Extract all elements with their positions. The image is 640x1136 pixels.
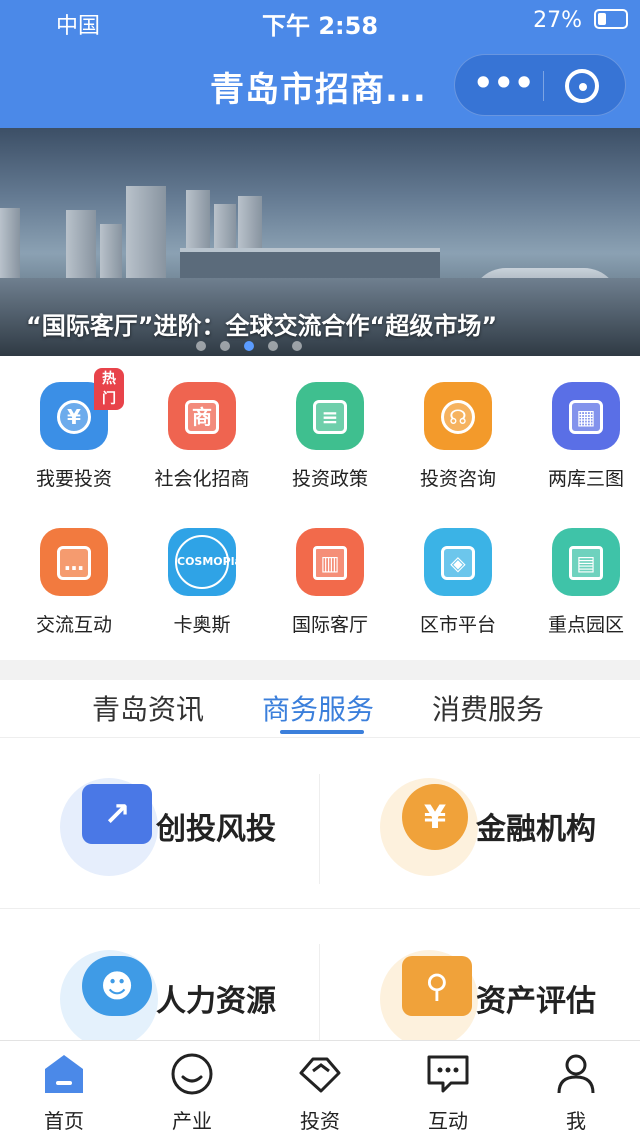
column-divider xyxy=(319,774,320,884)
handshake-icon xyxy=(297,1051,343,1097)
service-tabs: 青岛资讯 商务服务 消费服务 xyxy=(0,680,640,738)
nav-label: 产业 xyxy=(172,1109,212,1133)
grid-item-label: 投资咨询 xyxy=(419,468,496,490)
search-document-icon: ⚲ xyxy=(402,956,472,1016)
merchant-icon: 商 xyxy=(168,382,236,450)
nav-interact[interactable]: 互动 xyxy=(384,1051,512,1134)
tab-consumer-services[interactable]: 消费服务 xyxy=(432,688,544,728)
yuan-icon: ¥ 热门 xyxy=(40,368,124,450)
service-financial-institutions[interactable]: ¥ 金融机构 xyxy=(320,738,620,878)
grid-item-label: 重点园区 xyxy=(547,614,624,636)
grid-item-intl-lounge[interactable]: ▥ 国际客厅 xyxy=(266,528,394,637)
carousel-dot-active xyxy=(244,341,254,351)
grid-item-consult[interactable]: ☊ 投资咨询 xyxy=(394,382,522,491)
banner-building xyxy=(100,224,122,280)
headset-icon: ☊ xyxy=(424,382,492,450)
nav-label: 互动 xyxy=(428,1109,468,1133)
banner-building xyxy=(126,186,166,278)
close-miniprogram-icon[interactable] xyxy=(565,69,599,103)
carousel-dot xyxy=(268,341,278,351)
grid-item-invest[interactable]: ¥ 热门 我要投资 xyxy=(10,368,138,491)
cosmoplat-icon: COSMOPlat xyxy=(168,528,247,596)
people-icon: ☻ xyxy=(82,956,152,1016)
nav-home[interactable]: 首页 xyxy=(0,1051,128,1134)
battery-percent: 27% xyxy=(533,8,582,33)
grid-item-cosmoplat[interactable]: COSMOPlat 卡奥斯 xyxy=(138,528,266,637)
service-label: 创投风投 xyxy=(156,812,276,847)
carousel-dot xyxy=(196,341,206,351)
feature-grid: ¥ 热门 我要投资 商 社会化招商 ≡ 投资政策 ☊ 投资咨询 ▦ 两库三图 …… xyxy=(0,356,640,660)
grid-item-label: 交流互动 xyxy=(35,614,112,636)
carousel-dot xyxy=(292,341,302,351)
service-label: 金融机构 xyxy=(476,812,596,847)
banner-carousel[interactable]: “国际客厅”进阶：全球交流合作“超级市场” xyxy=(0,128,640,356)
service-label: 人力资源 xyxy=(156,984,276,1019)
battery-icon xyxy=(594,9,628,29)
nav-industry[interactable]: 产业 xyxy=(128,1051,256,1134)
banner-hall xyxy=(180,248,440,278)
service-human-resources[interactable]: ☻ 人力资源 xyxy=(0,910,300,1040)
section-divider xyxy=(0,660,640,680)
grid-item-exchange[interactable]: … 交流互动 xyxy=(10,528,138,637)
row-divider xyxy=(0,908,640,909)
carousel-dots xyxy=(196,336,316,355)
grid-item-label: 投资政策 xyxy=(291,468,368,490)
nav-invest[interactable]: 投资 xyxy=(256,1051,384,1134)
grid-item-district-platform[interactable]: ◈ 区市平台 xyxy=(394,528,522,637)
policy-icon: ≡ xyxy=(296,382,364,450)
more-options-icon[interactable]: ••• xyxy=(473,67,534,103)
miniprogram-capsule: ••• xyxy=(454,54,626,116)
grid-item-policy[interactable]: ≡ 投资政策 xyxy=(266,382,394,491)
home-icon xyxy=(41,1051,87,1097)
grid-item-two-libs[interactable]: ▦ 两库三图 xyxy=(522,382,640,491)
app-header: 中国 下午 2:58 27% 青岛市招商... ••• xyxy=(0,0,640,128)
park-icon: ▤ xyxy=(552,528,620,596)
status-bar: 中国 下午 2:58 27% xyxy=(0,0,640,42)
grid-apps-icon: ▦ xyxy=(552,382,620,450)
capsule-divider xyxy=(543,71,544,101)
service-asset-valuation[interactable]: ⚲ 资产评估 xyxy=(320,910,620,1040)
yuan-coin-icon: ¥ xyxy=(402,784,468,850)
layers-icon: ◈ xyxy=(424,528,492,596)
service-venture-capital[interactable]: ↗ 创投风投 xyxy=(0,738,300,878)
user-icon xyxy=(553,1051,599,1097)
hot-badge: 热门 xyxy=(94,368,124,410)
smile-icon xyxy=(169,1051,215,1097)
grid-item-social-investment[interactable]: 商 社会化招商 xyxy=(138,382,266,491)
page-title: 青岛市招商... xyxy=(210,70,427,110)
grid-item-label: 国际客厅 xyxy=(291,614,368,636)
carousel-dot xyxy=(220,341,230,351)
message-icon xyxy=(425,1051,471,1097)
chat-icon: … xyxy=(40,528,108,596)
nav-me[interactable]: 我 xyxy=(512,1051,640,1134)
nav-label: 首页 xyxy=(44,1109,84,1133)
active-tab-indicator xyxy=(280,730,364,734)
tab-qingdao-news[interactable]: 青岛资讯 xyxy=(92,688,204,728)
banner-building xyxy=(66,210,96,280)
nav-label: 我 xyxy=(566,1109,586,1133)
grid-item-label: 社会化招商 xyxy=(154,468,250,490)
trend-chart-icon: ↗ xyxy=(82,784,152,844)
services-grid: ↗ 创投风投 ¥ 金融机构 ☻ 人力资源 ⚲ 资产评估 xyxy=(0,738,640,1040)
grid-item-label: 卡奥斯 xyxy=(173,614,231,636)
tab-business-services[interactable]: 商务服务 xyxy=(262,688,374,728)
grid-item-label: 我要投资 xyxy=(35,468,112,490)
building-icon: ▥ xyxy=(296,528,364,596)
banner-building xyxy=(0,208,20,278)
grid-item-label: 两库三图 xyxy=(547,468,624,490)
service-label: 资产评估 xyxy=(476,984,596,1019)
grid-item-label: 区市平台 xyxy=(419,614,496,636)
nav-label: 投资 xyxy=(300,1109,340,1133)
bottom-nav: 首页 产业 投资 互动 我 xyxy=(0,1040,640,1136)
grid-item-key-parks[interactable]: ▤ 重点园区 xyxy=(522,528,640,637)
